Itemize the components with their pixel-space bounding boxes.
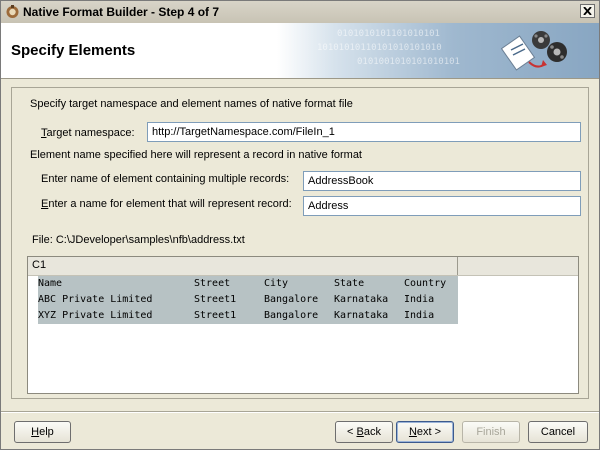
header-banner: 0101010101101010101 10101010110101010101… — [277, 23, 599, 78]
window-title: Native Format Builder - Step 4 of 7 — [23, 5, 220, 19]
binary-pattern: 0101010101101010101 — [337, 29, 440, 39]
binary-pattern: 0101001010101010101 — [357, 57, 460, 67]
table-cell: Street1 — [194, 310, 237, 321]
back-button[interactable]: < Back — [335, 421, 393, 443]
table-cell: City — [264, 278, 289, 289]
data-preview-table[interactable]: C1 Name Street City State Country ABC Pr… — [27, 256, 579, 394]
record-note-text: Element name specified here will represe… — [30, 149, 362, 161]
intro-text: Specify target namespace and element nam… — [30, 98, 353, 110]
multiple-records-label: Enter name of element containing multipl… — [41, 173, 290, 185]
table-cell: Street — [194, 278, 231, 289]
help-button[interactable]: Help — [14, 421, 71, 443]
record-element-label: Enter a name for element that will repre… — [41, 198, 292, 210]
wizard-header: Specify Elements 0101010101101010101 101… — [1, 23, 599, 79]
target-namespace-input[interactable] — [147, 122, 581, 142]
table-cell: Bangalore — [264, 294, 319, 305]
column-header-c1[interactable]: C1 — [28, 257, 458, 275]
table-row[interactable]: ABC Private Limited Street1 Bangalore Ka… — [38, 292, 434, 308]
file-conversion-icon — [501, 31, 567, 71]
table-header: C1 — [28, 257, 578, 276]
table-cell: Karnataka — [334, 310, 389, 321]
table-row[interactable]: XYZ Private Limited Street1 Bangalore Ka… — [38, 308, 434, 324]
table-cell: Name — [38, 278, 63, 289]
table-cell: Karnataka — [334, 294, 389, 305]
finish-button[interactable]: Finish — [462, 421, 520, 443]
multiple-records-input[interactable] — [303, 171, 581, 191]
close-icon — [583, 7, 592, 15]
target-namespace-label: Target namespace: — [41, 127, 135, 139]
wizard-window: Native Format Builder - Step 4 of 7 Spec… — [0, 0, 600, 450]
cancel-button[interactable]: Cancel — [528, 421, 588, 443]
table-cell: XYZ Private Limited — [38, 310, 153, 321]
table-cell: Country — [404, 278, 447, 289]
next-button[interactable]: Next > — [396, 421, 454, 443]
close-button[interactable] — [580, 4, 595, 18]
table-grid: Name Street City State Country ABC Priva… — [38, 276, 458, 324]
title-bar: Native Format Builder - Step 4 of 7 — [1, 1, 599, 24]
table-cell: State — [334, 278, 365, 289]
table-row[interactable]: Name Street City State Country — [38, 276, 446, 292]
page-title: Specify Elements — [11, 42, 136, 59]
app-icon — [6, 5, 19, 18]
table-cell: Bangalore — [264, 310, 319, 321]
table-cell: India — [404, 310, 435, 321]
footer-divider — [1, 411, 599, 413]
table-cell: India — [404, 294, 435, 305]
binary-pattern: 10101010110101010101010 — [317, 43, 442, 53]
record-element-input[interactable] — [303, 196, 581, 216]
file-path-text: File: C:\JDeveloper\samples\nfb\address.… — [32, 234, 245, 246]
table-cell: ABC Private Limited — [38, 294, 153, 305]
table-cell: Street1 — [194, 294, 237, 305]
